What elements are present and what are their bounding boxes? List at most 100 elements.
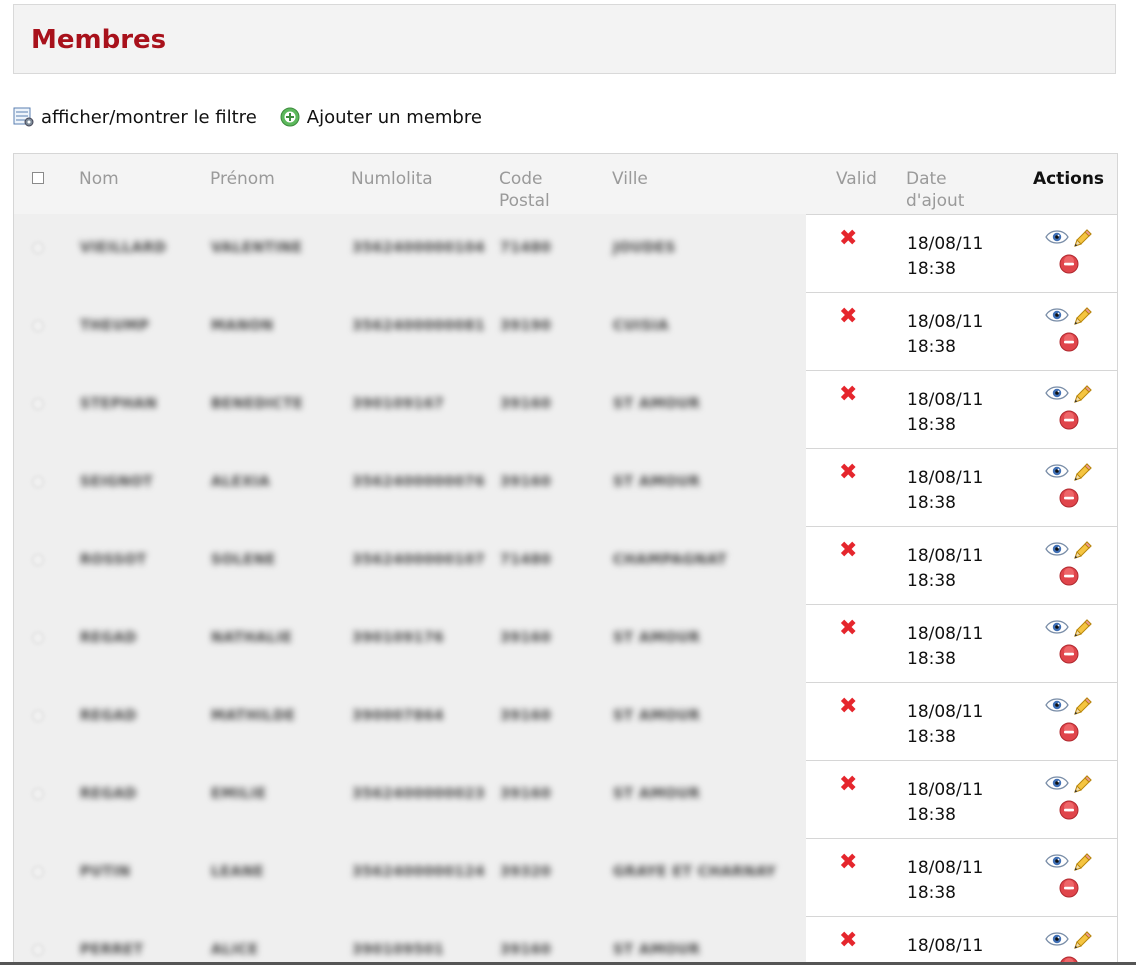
add-member-link[interactable]: Ajouter un membre	[279, 106, 482, 128]
cell-ville: CUISIA	[613, 317, 669, 334]
eye-icon[interactable]	[1044, 462, 1069, 480]
col-numlolita[interactable]: Numlolita	[351, 154, 499, 214]
pencil-icon[interactable]	[1071, 540, 1093, 562]
delete-circle-icon[interactable]	[1058, 877, 1080, 899]
cross-icon[interactable]: ✖	[807, 851, 905, 874]
cross-icon[interactable]: ✖	[807, 227, 905, 250]
pencil-icon[interactable]	[1071, 774, 1093, 796]
row-checkbox[interactable]	[32, 709, 44, 722]
cell-nom: STEPHAN	[80, 395, 158, 412]
cell-numlolita: 3562400000081	[352, 317, 486, 334]
delete-circle-icon[interactable]	[1058, 565, 1080, 587]
members-table: Nom Prénom Numlolita Code Postal Ville Va…	[13, 153, 1118, 965]
cell-prenom: BENEDICTE	[211, 395, 304, 412]
cross-icon[interactable]: ✖	[807, 617, 905, 640]
eye-icon[interactable]	[1044, 930, 1069, 948]
eye-icon[interactable]	[1044, 696, 1069, 714]
page-header: Membres	[13, 4, 1116, 74]
cell-prenom: MATHILDE	[211, 707, 296, 724]
cell-numlolita: 3562400000076	[352, 473, 486, 490]
pencil-icon[interactable]	[1071, 696, 1093, 718]
cell-ville: ST AMOUR	[613, 707, 701, 724]
row-checkbox[interactable]	[32, 787, 44, 800]
cell-ville: GRAYE ET CHARNAY	[613, 863, 777, 880]
delete-circle-icon[interactable]	[1058, 487, 1080, 509]
cross-icon[interactable]: ✖	[807, 539, 905, 562]
delete-circle-icon[interactable]	[1058, 253, 1080, 275]
eye-icon[interactable]	[1044, 774, 1069, 792]
cell-nom: THEUMP	[80, 317, 150, 334]
eye-icon[interactable]	[1044, 228, 1069, 246]
cell-numlolita: 3562400000023	[352, 785, 486, 802]
select-all-checkbox[interactable]	[32, 172, 44, 184]
pencil-icon[interactable]	[1071, 852, 1093, 874]
pencil-icon[interactable]	[1071, 930, 1093, 952]
pencil-icon[interactable]	[1071, 462, 1093, 484]
cell-code-postal: 39160	[500, 785, 552, 802]
cell-numlolita: 3562400000124	[352, 863, 486, 880]
cell-prenom: NATHALIE	[211, 629, 293, 646]
pencil-icon[interactable]	[1071, 306, 1093, 328]
row-checkbox[interactable]	[32, 397, 44, 410]
cell-code-postal: 39160	[500, 629, 552, 646]
cross-icon[interactable]: ✖	[807, 383, 905, 406]
eye-icon[interactable]	[1044, 540, 1069, 558]
toggle-filter-label: afficher/montrer le filtre	[41, 106, 257, 128]
row-checkbox[interactable]	[32, 943, 44, 956]
pencil-icon[interactable]	[1071, 384, 1093, 406]
cross-icon[interactable]: ✖	[807, 461, 905, 484]
pencil-icon[interactable]	[1071, 228, 1093, 250]
eye-icon[interactable]	[1044, 384, 1069, 402]
cell-prenom: MANON	[211, 317, 274, 334]
table-row: PERRET ALICE 390109501 39160 ST AMOUR ✖ …	[14, 915, 1117, 965]
table-row: REGAD NATHALIE 390109176 39160 ST AMOUR …	[14, 603, 1117, 682]
toolbar: afficher/montrer le filtre Ajouter un me…	[13, 104, 482, 130]
delete-circle-icon[interactable]	[1058, 721, 1080, 743]
row-checkbox[interactable]	[32, 241, 44, 254]
col-code-postal[interactable]: Code Postal	[499, 154, 612, 214]
row-checkbox[interactable]	[32, 865, 44, 878]
cell-nom: REGAD	[80, 629, 137, 646]
eye-icon[interactable]	[1044, 306, 1069, 324]
row-actions	[1020, 372, 1117, 431]
cell-date: 18/08/1118:38	[907, 857, 984, 903]
eye-icon[interactable]	[1044, 618, 1069, 636]
delete-circle-icon[interactable]	[1058, 331, 1080, 353]
cell-date: 18/08/1118:38	[907, 545, 984, 591]
col-nom[interactable]: Nom	[79, 154, 210, 214]
col-valid[interactable]: Valid	[806, 154, 906, 214]
delete-circle-icon[interactable]	[1058, 409, 1080, 431]
row-checkbox[interactable]	[32, 631, 44, 644]
col-ville[interactable]: Ville	[612, 154, 806, 214]
table-row: REGAD EMILIE 3562400000023 39160 ST AMOU…	[14, 759, 1117, 838]
eye-icon[interactable]	[1044, 852, 1069, 870]
cell-date: 18/08/1118:38	[907, 935, 984, 965]
cell-code-postal: 39160	[500, 941, 552, 958]
cell-date: 18/08/1118:38	[907, 779, 984, 825]
add-circle-icon	[280, 107, 300, 127]
row-actions	[1020, 918, 1117, 965]
row-actions	[1020, 216, 1117, 275]
table-header-row: Nom Prénom Numlolita Code Postal Ville Va…	[14, 154, 1117, 214]
cell-numlolita: 390109167	[352, 395, 445, 412]
cell-ville: ST AMOUR	[613, 629, 701, 646]
cell-ville: ST AMOUR	[613, 785, 701, 802]
cross-icon[interactable]: ✖	[807, 695, 905, 718]
cross-icon[interactable]: ✖	[807, 773, 905, 796]
delete-circle-icon[interactable]	[1058, 799, 1080, 821]
cross-icon[interactable]: ✖	[807, 305, 905, 328]
row-checkbox[interactable]	[32, 553, 44, 566]
col-prenom[interactable]: Prénom	[210, 154, 351, 214]
toggle-filter-link[interactable]: afficher/montrer le filtre	[13, 107, 257, 128]
row-checkbox[interactable]	[32, 475, 44, 488]
cell-code-postal: 39320	[500, 863, 552, 880]
row-checkbox[interactable]	[32, 319, 44, 332]
pencil-icon[interactable]	[1071, 618, 1093, 640]
col-date[interactable]: Date d'ajout	[906, 154, 1019, 214]
cell-date: 18/08/1118:38	[907, 623, 984, 669]
delete-circle-icon[interactable]	[1058, 643, 1080, 665]
col-actions: Actions	[1019, 154, 1117, 214]
cross-icon[interactable]: ✖	[807, 929, 905, 952]
cell-nom: PERRET	[80, 941, 144, 958]
cell-numlolita: 3562400000107	[352, 551, 486, 568]
